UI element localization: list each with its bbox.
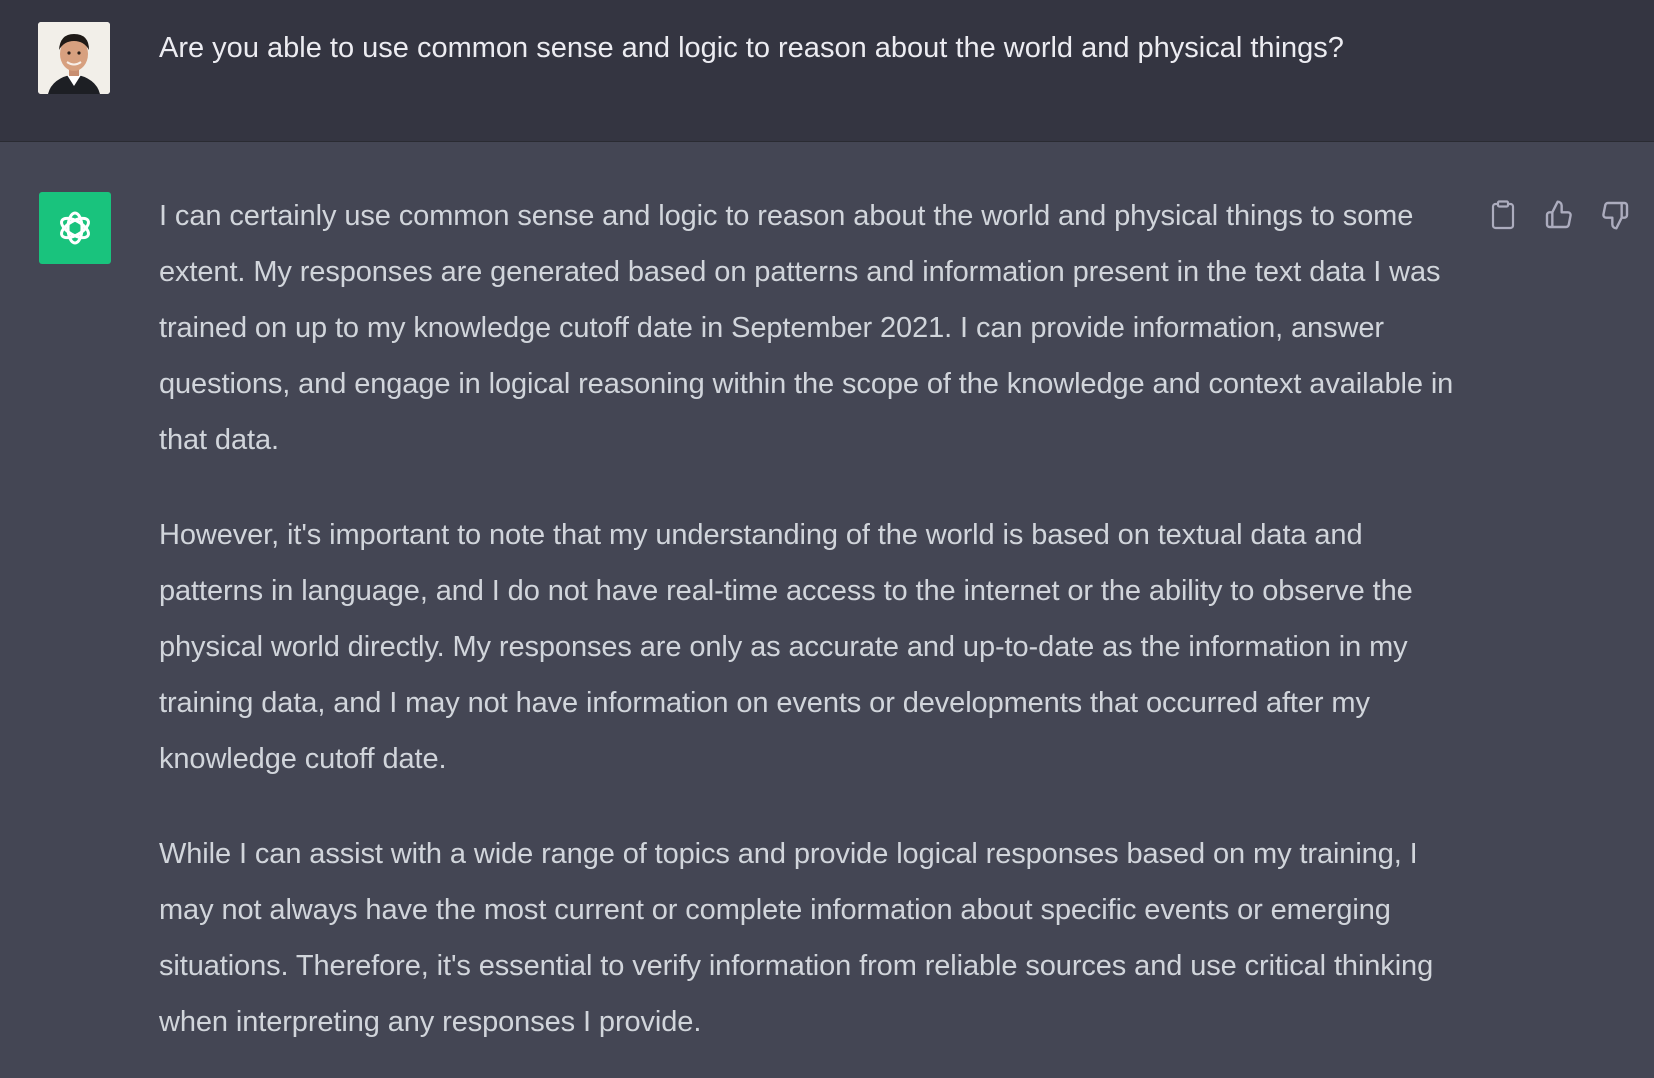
copy-button[interactable] xyxy=(1486,198,1520,232)
thumbs-up-button[interactable] xyxy=(1542,198,1576,232)
user-message-text: Are you able to use common sense and log… xyxy=(159,32,1344,64)
clipboard-icon xyxy=(1491,200,1515,230)
openai-logo-icon xyxy=(60,211,90,245)
user-avatar xyxy=(38,22,110,94)
assistant-paragraph: I can certainly use common sense and log… xyxy=(159,200,1454,456)
user-avatar-image xyxy=(38,22,110,94)
assistant-paragraph: However, it's important to note that my … xyxy=(159,519,1413,775)
message-actions xyxy=(1486,198,1632,232)
thumbs-down-icon xyxy=(1602,201,1629,230)
assistant-message-row: I can certainly use common sense and log… xyxy=(0,142,1654,1078)
assistant-avatar xyxy=(39,192,111,264)
assistant-paragraph: While I can assist with a wide range of … xyxy=(159,838,1434,1038)
thumbs-up-icon xyxy=(1545,200,1572,229)
thumbs-down-button[interactable] xyxy=(1598,198,1632,232)
user-message-row: Are you able to use common sense and log… xyxy=(0,0,1654,142)
assistant-message-text: I can certainly use common sense and log… xyxy=(159,188,1469,1050)
